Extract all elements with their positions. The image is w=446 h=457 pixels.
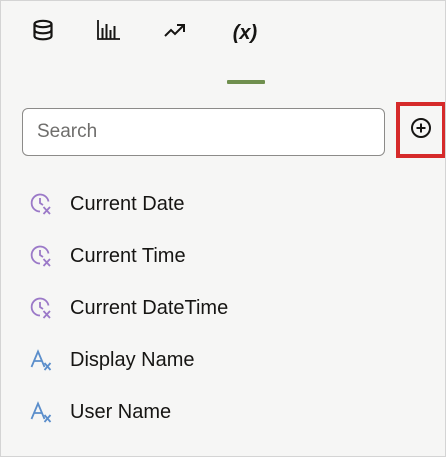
database-icon (32, 19, 54, 41)
list-item[interactable]: Current DateTime (1, 282, 445, 334)
tab-visualizations[interactable] (89, 19, 129, 83)
list-item[interactable]: Display Name (1, 334, 445, 386)
list-item[interactable]: Current Date (1, 178, 445, 230)
trend-arrow-icon (163, 19, 187, 41)
tab-analytics[interactable] (155, 19, 195, 83)
active-tab-indicator (227, 80, 265, 84)
bar-chart-icon (96, 19, 122, 41)
variable-label: Current DateTime (70, 296, 229, 319)
variable-label: Current Time (70, 244, 186, 267)
list-item[interactable]: User Name (1, 386, 445, 438)
add-variable-button[interactable] (396, 102, 445, 158)
variables-panel: (x) Current Date (0, 0, 446, 457)
tab-data[interactable] (23, 19, 63, 83)
text-variable-icon (28, 399, 54, 425)
variable-label: Current Date (70, 192, 185, 215)
panel-tab-bar: (x) (1, 1, 445, 84)
clock-variable-icon (28, 191, 54, 217)
text-variable-icon (28, 347, 54, 373)
add-circle-icon (410, 117, 432, 144)
search-field[interactable] (22, 108, 385, 156)
clock-variable-icon (28, 243, 54, 269)
list-item[interactable]: Current Time (1, 230, 445, 282)
variable-icon: (x) (232, 22, 258, 44)
search-input[interactable] (35, 120, 372, 144)
clock-variable-icon (28, 295, 54, 321)
variable-list: Current Date Current Time Current DateTi… (1, 178, 445, 438)
variable-label: User Name (70, 400, 172, 423)
tab-variables[interactable]: (x) (221, 19, 269, 83)
variable-label: Display Name (70, 348, 195, 371)
